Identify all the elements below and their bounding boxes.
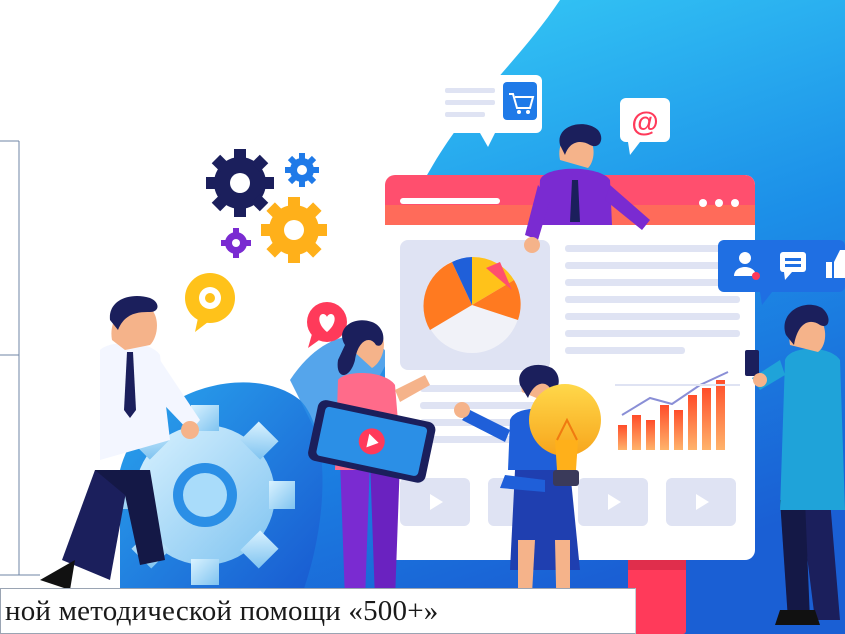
gear-cluster (185, 149, 327, 332)
caption-text: ной методической помощи «500+» (5, 595, 439, 627)
caption-box: ной методической помощи «500+» (0, 588, 636, 634)
gear-icon (261, 197, 327, 263)
pie-chart-icon (423, 256, 521, 353)
gear-icon (221, 228, 251, 258)
gear-icon (285, 153, 319, 187)
gear-bubble (185, 273, 235, 332)
email-icon: @ (631, 106, 658, 137)
digital-marketing-illustration: @ (40, 0, 845, 634)
gear-icon (206, 149, 274, 217)
